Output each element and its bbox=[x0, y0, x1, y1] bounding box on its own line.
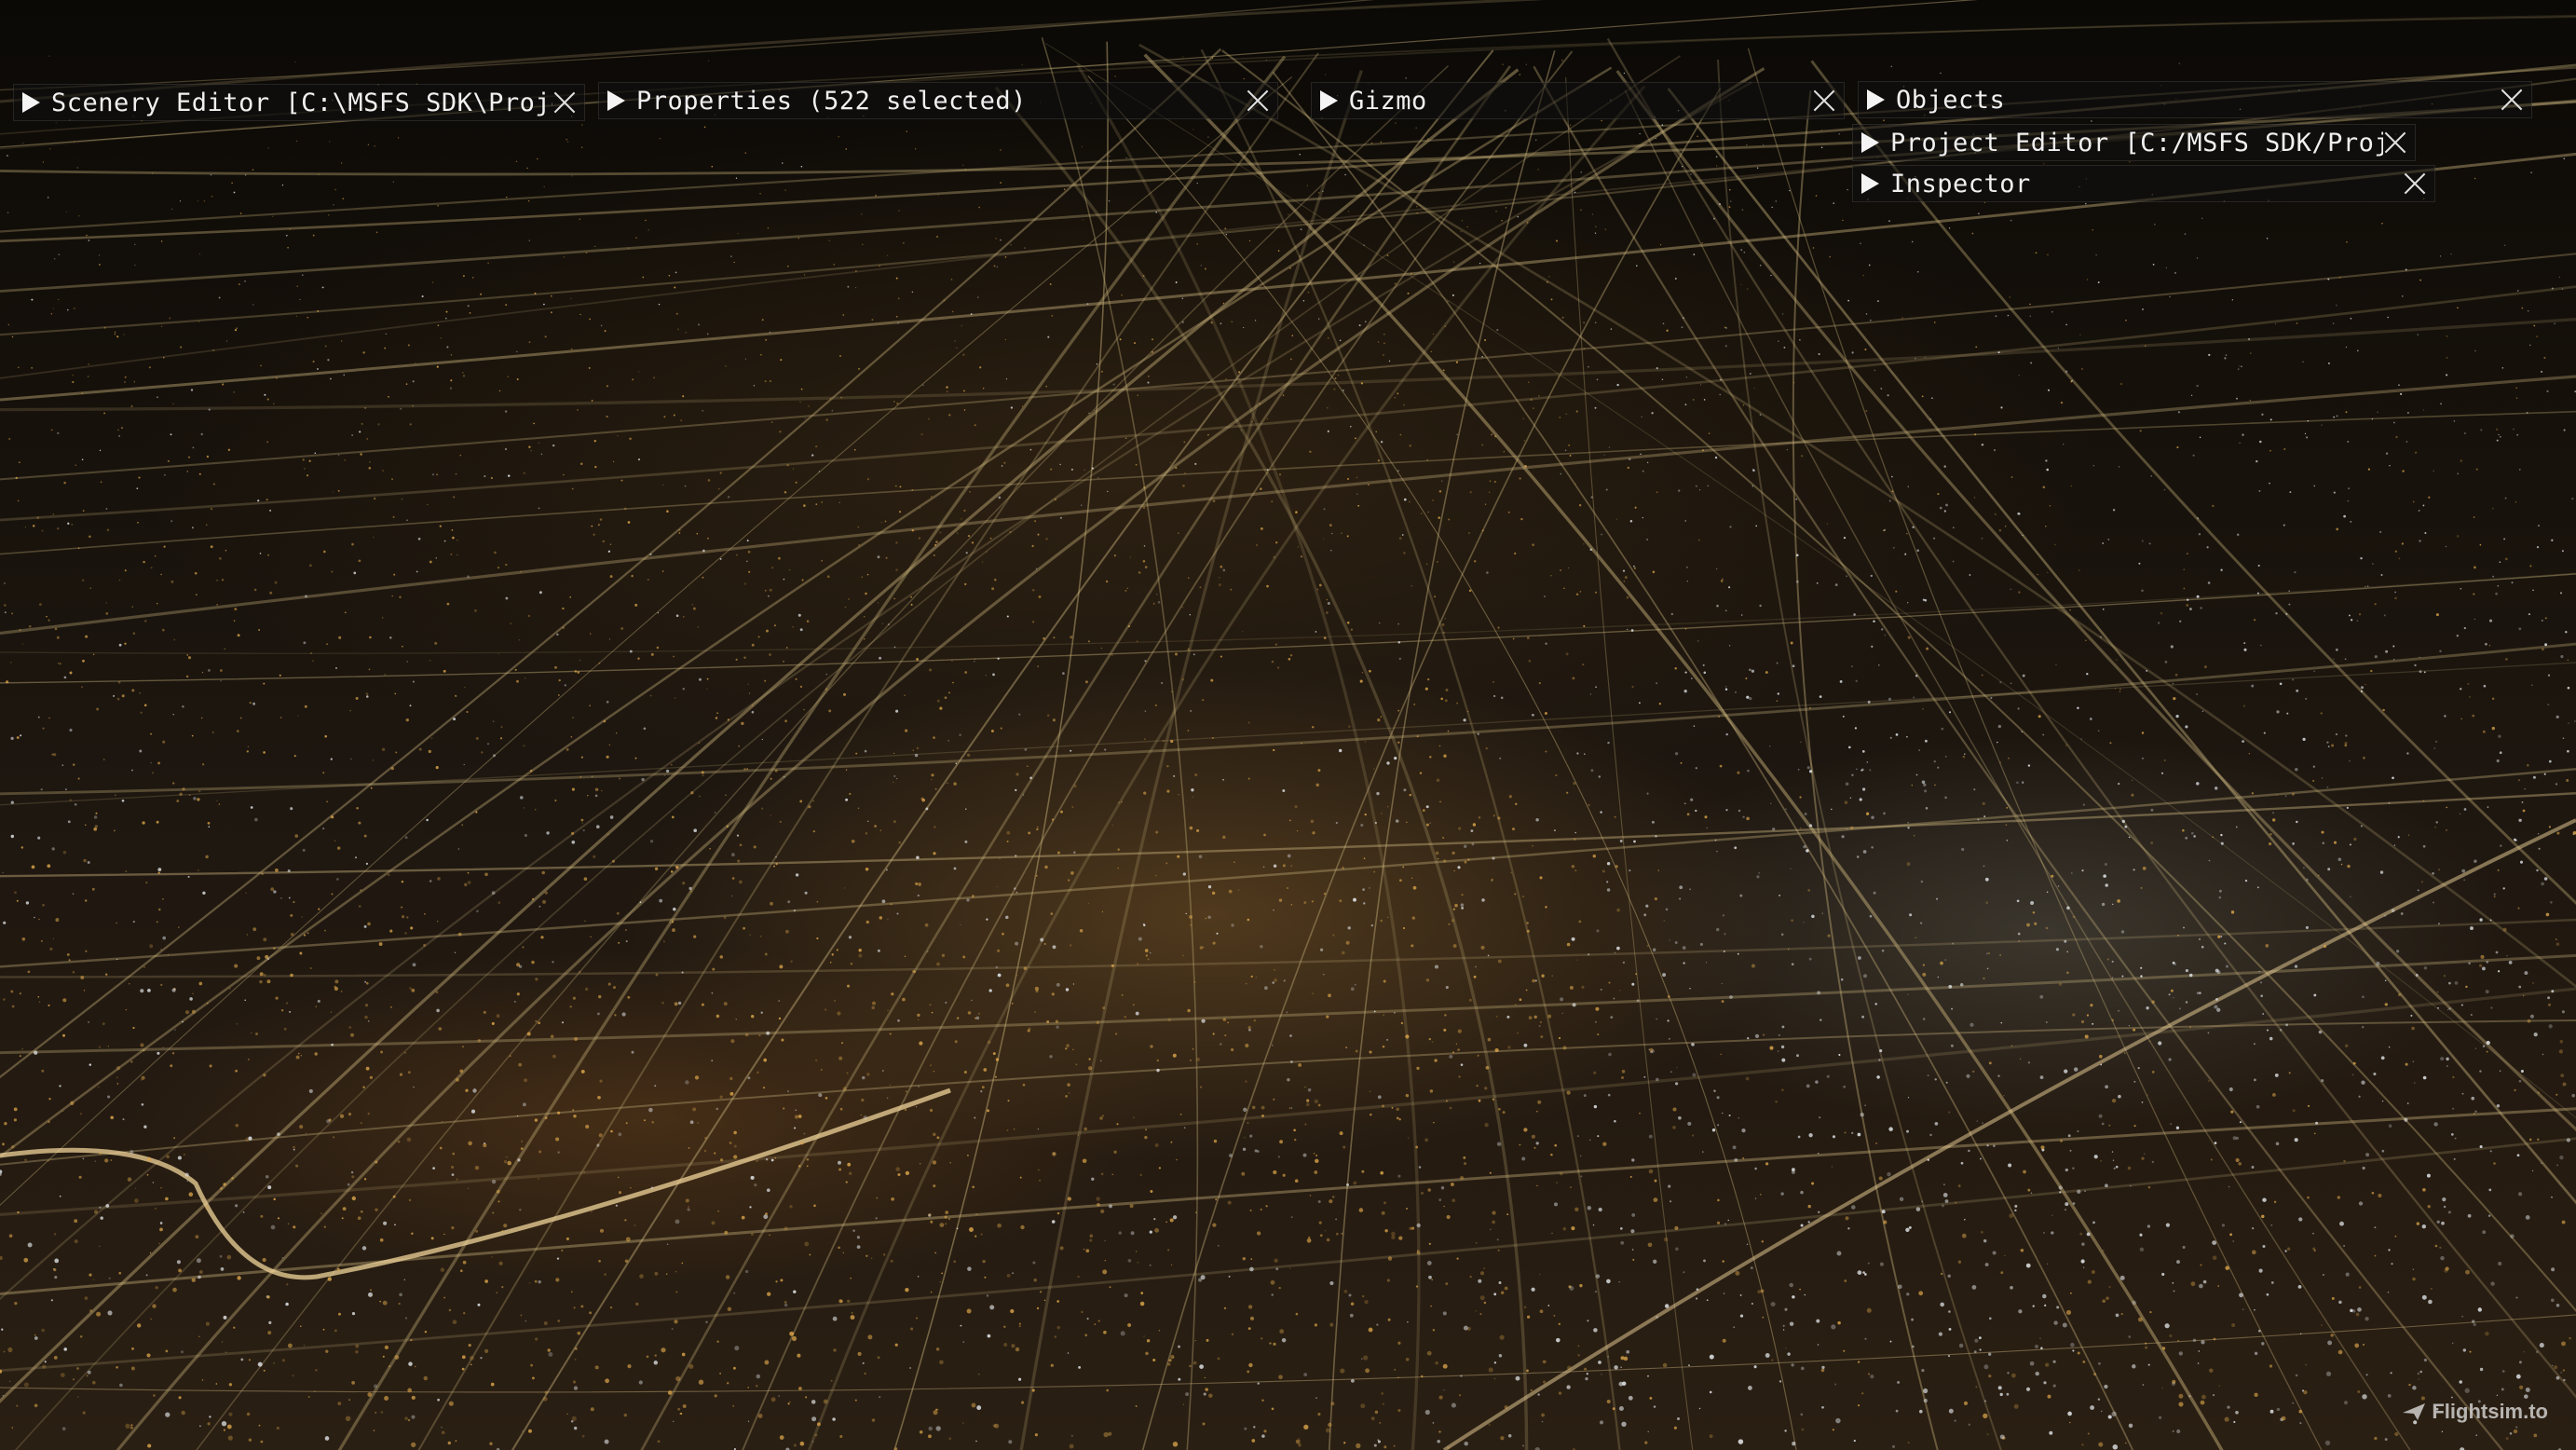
road bbox=[0, 253, 2576, 481]
project-editor-panel[interactable]: Project Editor [C:/MSFS SDK/Projects bbox=[1852, 124, 2416, 161]
gizmo-title[interactable]: Gizmo bbox=[1349, 87, 1812, 116]
road bbox=[0, 918, 2576, 978]
road bbox=[0, 1137, 2576, 1373]
inspector-title[interactable]: Inspector bbox=[1890, 170, 2403, 198]
night-city-scenery bbox=[0, 0, 2576, 1450]
project-editor-title[interactable]: Project Editor [C:/MSFS SDK/Projects bbox=[1890, 129, 2383, 157]
expand-triangle-icon[interactable] bbox=[1320, 90, 1338, 111]
close-icon[interactable] bbox=[2403, 171, 2427, 196]
road bbox=[0, 953, 2576, 1055]
objects-title[interactable]: Objects bbox=[1896, 86, 2500, 115]
close-icon[interactable] bbox=[1812, 89, 1836, 113]
road bbox=[640, 65, 1512, 1450]
properties-panel[interactable]: Properties (522 selected) bbox=[598, 82, 1278, 119]
road bbox=[1792, 90, 1939, 1450]
highway bbox=[1442, 818, 2576, 1450]
scenery-editor-title[interactable]: Scenery Editor [C:\MSFS SDK\Projects bbox=[51, 89, 552, 117]
road bbox=[0, 768, 2576, 968]
road-network bbox=[0, 0, 2576, 1450]
road bbox=[0, 1107, 2576, 1296]
highway bbox=[0, 1088, 951, 1280]
gizmo-panel[interactable]: Gizmo bbox=[1311, 82, 1845, 119]
road bbox=[0, 410, 2576, 555]
road bbox=[1810, 60, 2576, 906]
road bbox=[1076, 63, 1421, 1450]
close-icon[interactable] bbox=[1246, 89, 1270, 113]
close-icon[interactable] bbox=[2383, 130, 2407, 155]
expand-triangle-icon[interactable] bbox=[1861, 132, 1879, 153]
scenery-editor-panel[interactable]: Scenery Editor [C:\MSFS SDK\Projects bbox=[13, 84, 585, 121]
expand-triangle-icon[interactable] bbox=[22, 92, 40, 113]
watermark: Flightsim.to bbox=[2402, 1400, 2548, 1424]
plane-icon bbox=[2403, 1403, 2426, 1420]
close-icon[interactable] bbox=[2500, 88, 2524, 112]
road bbox=[1138, 43, 2576, 989]
expand-triangle-icon[interactable] bbox=[607, 90, 625, 111]
road bbox=[0, 1314, 2576, 1393]
road bbox=[1272, 71, 2134, 1450]
road bbox=[1747, 48, 2323, 1450]
objects-panel[interactable]: Objects bbox=[1858, 81, 2532, 118]
properties-title[interactable]: Properties (522 selected) bbox=[636, 87, 1246, 116]
sim-viewport[interactable] bbox=[0, 0, 2576, 1450]
watermark-text: Flightsim.to bbox=[2432, 1400, 2548, 1423]
road bbox=[0, 48, 1222, 1079]
road bbox=[0, 987, 2576, 1217]
inspector-panel[interactable]: Inspector bbox=[1852, 165, 2435, 202]
road bbox=[0, 0, 1375, 91]
road bbox=[0, 76, 1293, 1207]
road bbox=[1041, 36, 1199, 1450]
road bbox=[14, 55, 1681, 1450]
expand-triangle-icon[interactable] bbox=[1867, 89, 1885, 110]
expand-triangle-icon[interactable] bbox=[1861, 173, 1879, 194]
road bbox=[0, 662, 2576, 806]
road bbox=[994, 86, 1529, 1450]
road bbox=[1221, 49, 2576, 1313]
road bbox=[1533, 65, 2504, 1450]
road bbox=[1565, 76, 1694, 1450]
road bbox=[0, 572, 2576, 654]
close-icon[interactable] bbox=[552, 90, 577, 115]
road bbox=[0, 792, 2576, 878]
road bbox=[337, 55, 1287, 1450]
